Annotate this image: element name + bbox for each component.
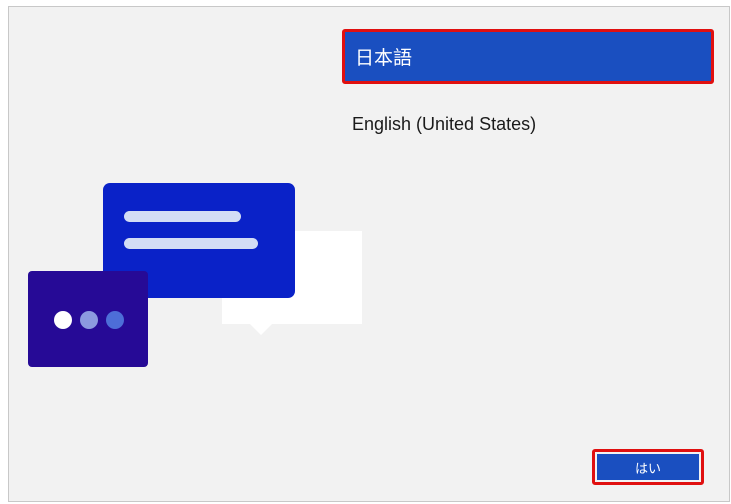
setup-window: 日本語 English (United States) はい <box>8 6 730 502</box>
language-option-english-us[interactable]: English (United States) <box>342 109 714 139</box>
white-bubble-tail-shape <box>250 324 272 335</box>
text-line-shape <box>124 238 258 249</box>
language-option-label: English (United States) <box>352 113 537 134</box>
typing-bubble-icon <box>28 271 148 367</box>
typing-dot <box>80 311 98 329</box>
language-option-japanese[interactable]: 日本語 <box>342 29 714 84</box>
yes-button[interactable]: はい <box>592 449 704 485</box>
text-line-shape <box>124 211 241 222</box>
yes-button-label: はい <box>597 454 699 480</box>
typing-dot <box>54 311 72 329</box>
typing-dot <box>106 311 124 329</box>
language-option-label: 日本語 <box>355 48 413 69</box>
